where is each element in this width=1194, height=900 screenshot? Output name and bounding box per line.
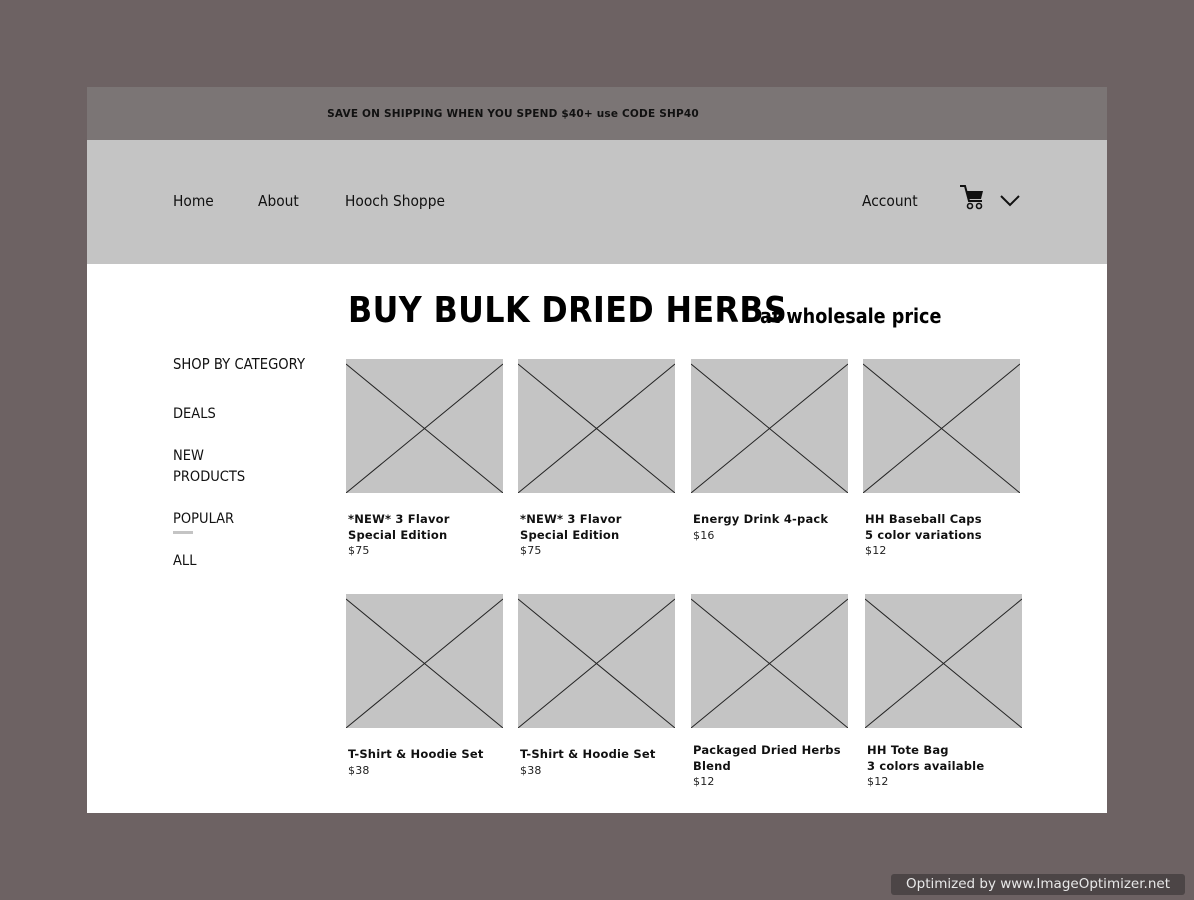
- nav-shop-link[interactable]: Hooch Shoppe: [345, 192, 445, 210]
- product-image-placeholder[interactable]: [346, 359, 503, 493]
- product-card[interactable]: *NEW* 3 Flavor Special Edition $75: [518, 359, 675, 560]
- category-all[interactable]: ALL: [173, 551, 245, 572]
- product-card[interactable]: Energy Drink 4-pack $16: [691, 359, 848, 560]
- product-name[interactable]: *NEW* 3 Flavor Special Edition: [520, 512, 673, 543]
- category-popular[interactable]: POPULAR: [173, 509, 245, 530]
- active-category-indicator: [173, 531, 193, 534]
- nav-about-link[interactable]: About: [258, 192, 299, 210]
- product-name[interactable]: T-Shirt & Hoodie Set: [520, 747, 673, 763]
- product-name[interactable]: *NEW* 3 Flavor Special Edition: [348, 512, 501, 543]
- product-name[interactable]: Packaged Dried Herbs Blend: [693, 743, 846, 774]
- product-image-placeholder[interactable]: [691, 359, 848, 493]
- product-price: $38: [348, 763, 370, 777]
- product-card[interactable]: HH Tote Bag 3 colors available $12: [865, 594, 1022, 791]
- product-name[interactable]: Energy Drink 4-pack: [693, 512, 846, 528]
- product-card[interactable]: T-Shirt & Hoodie Set $38: [518, 594, 675, 795]
- product-image-placeholder[interactable]: [863, 359, 1020, 493]
- product-price: $16: [693, 528, 715, 542]
- category-deals[interactable]: DEALS: [173, 404, 245, 425]
- top-nav: Home About Hooch Shoppe Account: [87, 140, 1107, 264]
- product-price: $12: [693, 775, 715, 788]
- nav-home-link[interactable]: Home: [173, 192, 214, 210]
- product-name[interactable]: HH Tote Bag 3 colors available: [867, 743, 1020, 774]
- category-new-products[interactable]: NEW PRODUCTS: [173, 446, 245, 488]
- product-card[interactable]: *NEW* 3 Flavor Special Edition $75: [346, 359, 503, 560]
- optimizer-watermark: Optimized by www.ImageOptimizer.net: [891, 874, 1185, 895]
- category-title: SHOP BY CATEGORY: [173, 355, 306, 373]
- product-card[interactable]: HH Baseball Caps 5 color variations $12: [863, 359, 1020, 560]
- product-image-placeholder[interactable]: [518, 594, 675, 728]
- promo-banner-text: SAVE ON SHIPPING WHEN YOU SPEND $40+ use…: [327, 107, 699, 120]
- product-name[interactable]: T-Shirt & Hoodie Set: [348, 747, 501, 763]
- product-image-placeholder[interactable]: [518, 359, 675, 493]
- chevron-down-icon[interactable]: [999, 192, 1021, 208]
- product-card[interactable]: Packaged Dried Herbs Blend $12: [691, 594, 848, 791]
- product-price: $12: [865, 544, 887, 557]
- page-frame: SAVE ON SHIPPING WHEN YOU SPEND $40+ use…: [87, 87, 1107, 813]
- product-price: $12: [867, 775, 889, 788]
- product-price: $38: [520, 763, 542, 777]
- product-price: $75: [348, 544, 370, 557]
- product-name[interactable]: HH Baseball Caps 5 color variations: [865, 512, 1018, 543]
- page-heading: BUY BULK DRIED HERBS at wholesale price: [348, 290, 941, 331]
- cart-icon[interactable]: [958, 182, 986, 212]
- product-image-placeholder[interactable]: [865, 594, 1022, 728]
- promo-banner: SAVE ON SHIPPING WHEN YOU SPEND $40+ use…: [87, 87, 1107, 140]
- product-image-placeholder[interactable]: [346, 594, 503, 728]
- product-card[interactable]: T-Shirt & Hoodie Set $38: [346, 594, 503, 795]
- nav-account-link[interactable]: Account: [862, 192, 918, 210]
- product-price: $75: [520, 544, 542, 557]
- page-subtitle: at wholesale price: [760, 304, 942, 328]
- page-title: BUY BULK DRIED HERBS: [348, 290, 788, 331]
- product-image-placeholder[interactable]: [691, 594, 848, 728]
